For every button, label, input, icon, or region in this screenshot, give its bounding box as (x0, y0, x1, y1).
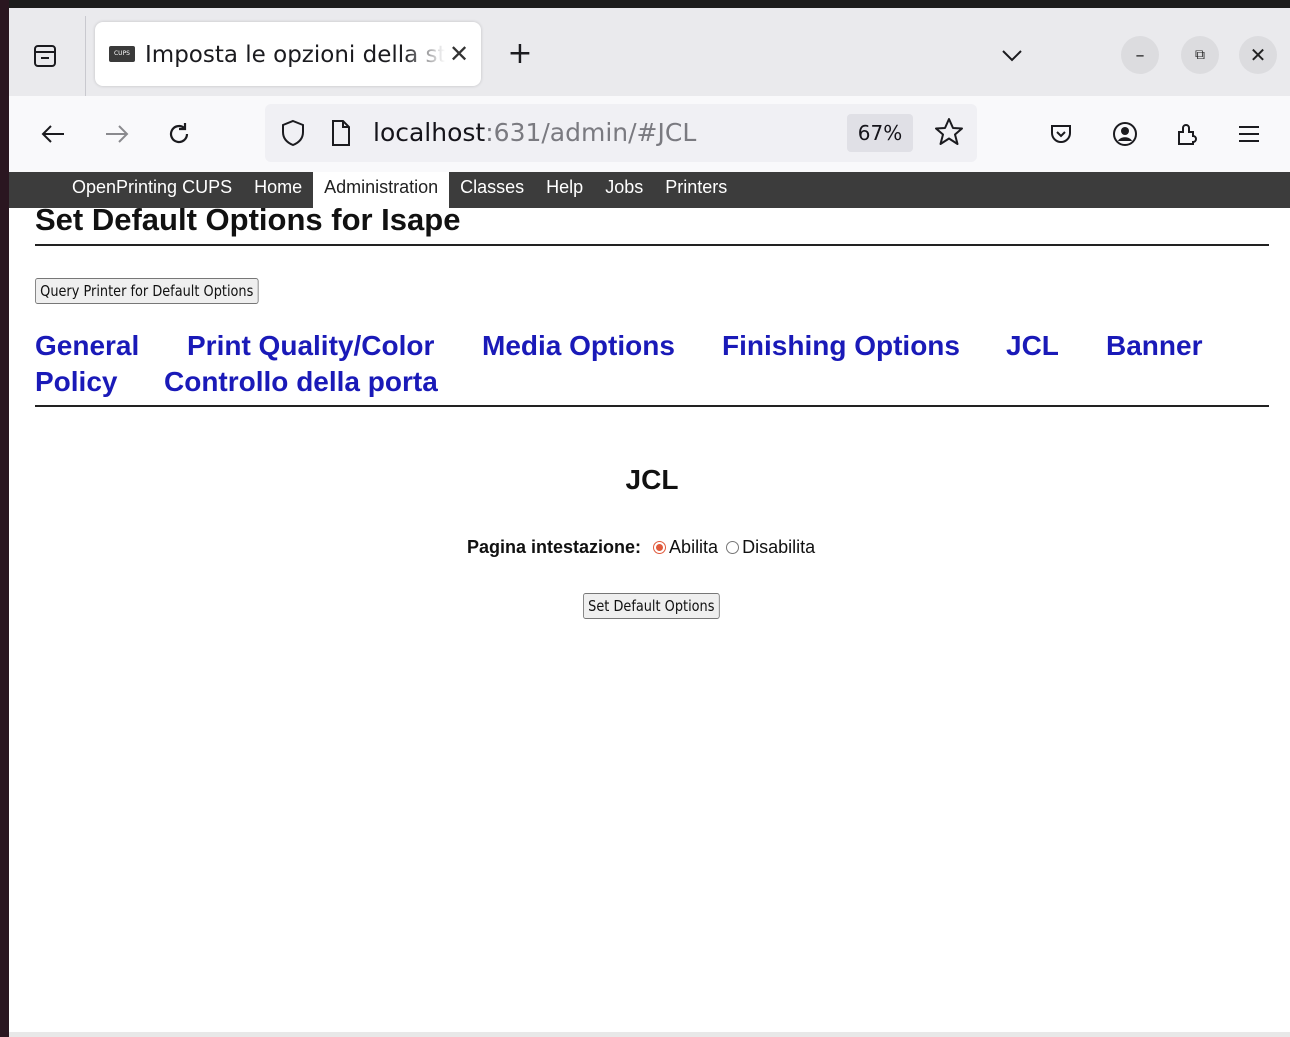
tab-general[interactable]: General (35, 328, 139, 364)
url-path: :631/admin/#JCL (485, 118, 697, 147)
cups-nav-jobs[interactable]: Jobs (594, 172, 654, 208)
query-printer-button[interactable]: Query Printer for Default Options (35, 278, 259, 304)
page-title: Set Default Options for Isape (35, 202, 461, 237)
window-bottom-edge (9, 1032, 1290, 1037)
chevron-down-icon[interactable] (997, 40, 1027, 70)
tab-title: Imposta le opzioni della stampante (145, 42, 445, 68)
radio-disable-label[interactable]: Disabilita (742, 537, 815, 558)
maximize-window-button[interactable]: ⧉ (1181, 36, 1219, 74)
browser-window: CUPS Imposta le opzioni della stampante … (9, 8, 1290, 1037)
tab-print-quality[interactable]: Print Quality/Color (187, 328, 434, 364)
section-title: JCL (625, 464, 679, 495)
tab-port-control[interactable]: Controllo della porta (164, 364, 438, 400)
tabs-divider (35, 405, 1269, 407)
reload-icon[interactable] (161, 116, 197, 152)
radio-enable[interactable] (653, 540, 667, 554)
banner-page-label: Pagina intestazione: (467, 536, 642, 557)
radio-enable-label[interactable]: Abilita (669, 537, 718, 558)
radio-disable[interactable] (726, 540, 740, 554)
banner-page-option: Pagina intestazione: Abilita Disabilita (467, 534, 815, 560)
zoom-level-badge[interactable]: 67% (847, 114, 913, 152)
close-tab-icon[interactable]: ✕ (447, 40, 471, 68)
tab-finishing-options[interactable]: Finishing Options (722, 328, 960, 364)
url-host: localhost (373, 118, 486, 147)
tab-separator (85, 16, 86, 96)
new-tab-icon[interactable]: + (503, 38, 537, 72)
forward-arrow-icon[interactable] (99, 116, 135, 152)
set-default-options-button[interactable]: Set Default Options (583, 593, 720, 619)
account-icon[interactable] (1107, 116, 1143, 152)
tab-banner[interactable]: Banner (1106, 328, 1202, 364)
cups-nav-printers[interactable]: Printers (654, 172, 738, 208)
url-text[interactable]: localhost:631/admin/#JCL (373, 118, 696, 147)
page-info-icon[interactable] (329, 118, 353, 153)
tab-jcl[interactable]: JCL (1006, 328, 1059, 364)
tab-media-options[interactable]: Media Options (482, 328, 675, 364)
extensions-icon[interactable] (1169, 116, 1205, 152)
cups-nav-help[interactable]: Help (535, 172, 594, 208)
menu-hamburger-icon[interactable] (1231, 116, 1267, 152)
back-arrow-icon[interactable] (35, 116, 71, 152)
tab-policy[interactable]: Policy (35, 364, 117, 400)
active-tab[interactable]: CUPS Imposta le opzioni della stampante … (95, 22, 481, 86)
title-divider (35, 244, 1269, 246)
tracking-shield-icon[interactable] (279, 118, 307, 153)
window-frame-left (0, 0, 9, 1037)
url-bar[interactable]: localhost:631/admin/#JCL 67% (265, 104, 977, 162)
bookmark-star-icon[interactable] (933, 116, 965, 153)
pocket-icon[interactable] (1043, 116, 1079, 152)
cups-favicon-icon: CUPS (109, 46, 135, 62)
navigation-toolbar: localhost:631/admin/#JCL 67% (9, 96, 1290, 172)
minimize-window-button[interactable]: – (1121, 36, 1159, 74)
close-window-button[interactable]: ✕ (1239, 36, 1277, 74)
tab-strip: CUPS Imposta le opzioni della stampante … (9, 8, 1290, 96)
tab-overview-icon[interactable] (27, 38, 63, 74)
cups-nav-classes[interactable]: Classes (449, 172, 535, 208)
window-frame-top (0, 0, 1290, 8)
